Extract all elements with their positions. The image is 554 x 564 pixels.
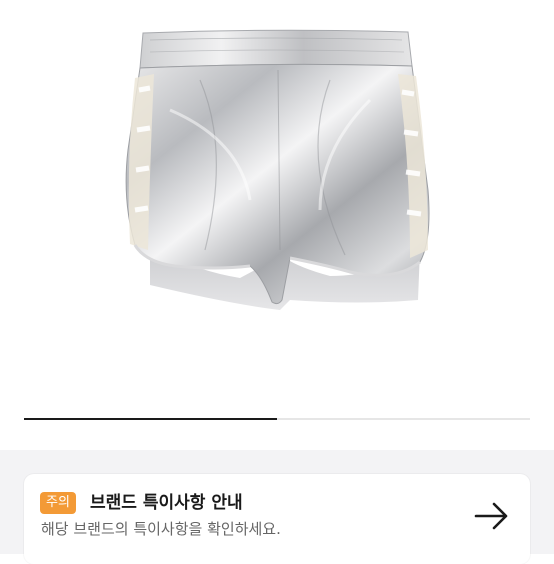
- carousel-indicator: [24, 418, 530, 420]
- arrow-right-icon[interactable]: [472, 498, 512, 534]
- carousel-progress-bar: [24, 418, 277, 420]
- notice-description: 해당 브랜드의 특이사항을 확인하세요.: [41, 520, 281, 538]
- notice-badge: 주의: [40, 492, 76, 514]
- shorts-image: [125, 29, 430, 310]
- product-image[interactable]: [0, 0, 554, 400]
- brand-notice-card[interactable]: 주의 브랜드 특이사항 안내 해당 브랜드의 특이사항을 확인하세요.: [24, 474, 530, 564]
- notice-title: 브랜드 특이사항 안내: [90, 493, 243, 513]
